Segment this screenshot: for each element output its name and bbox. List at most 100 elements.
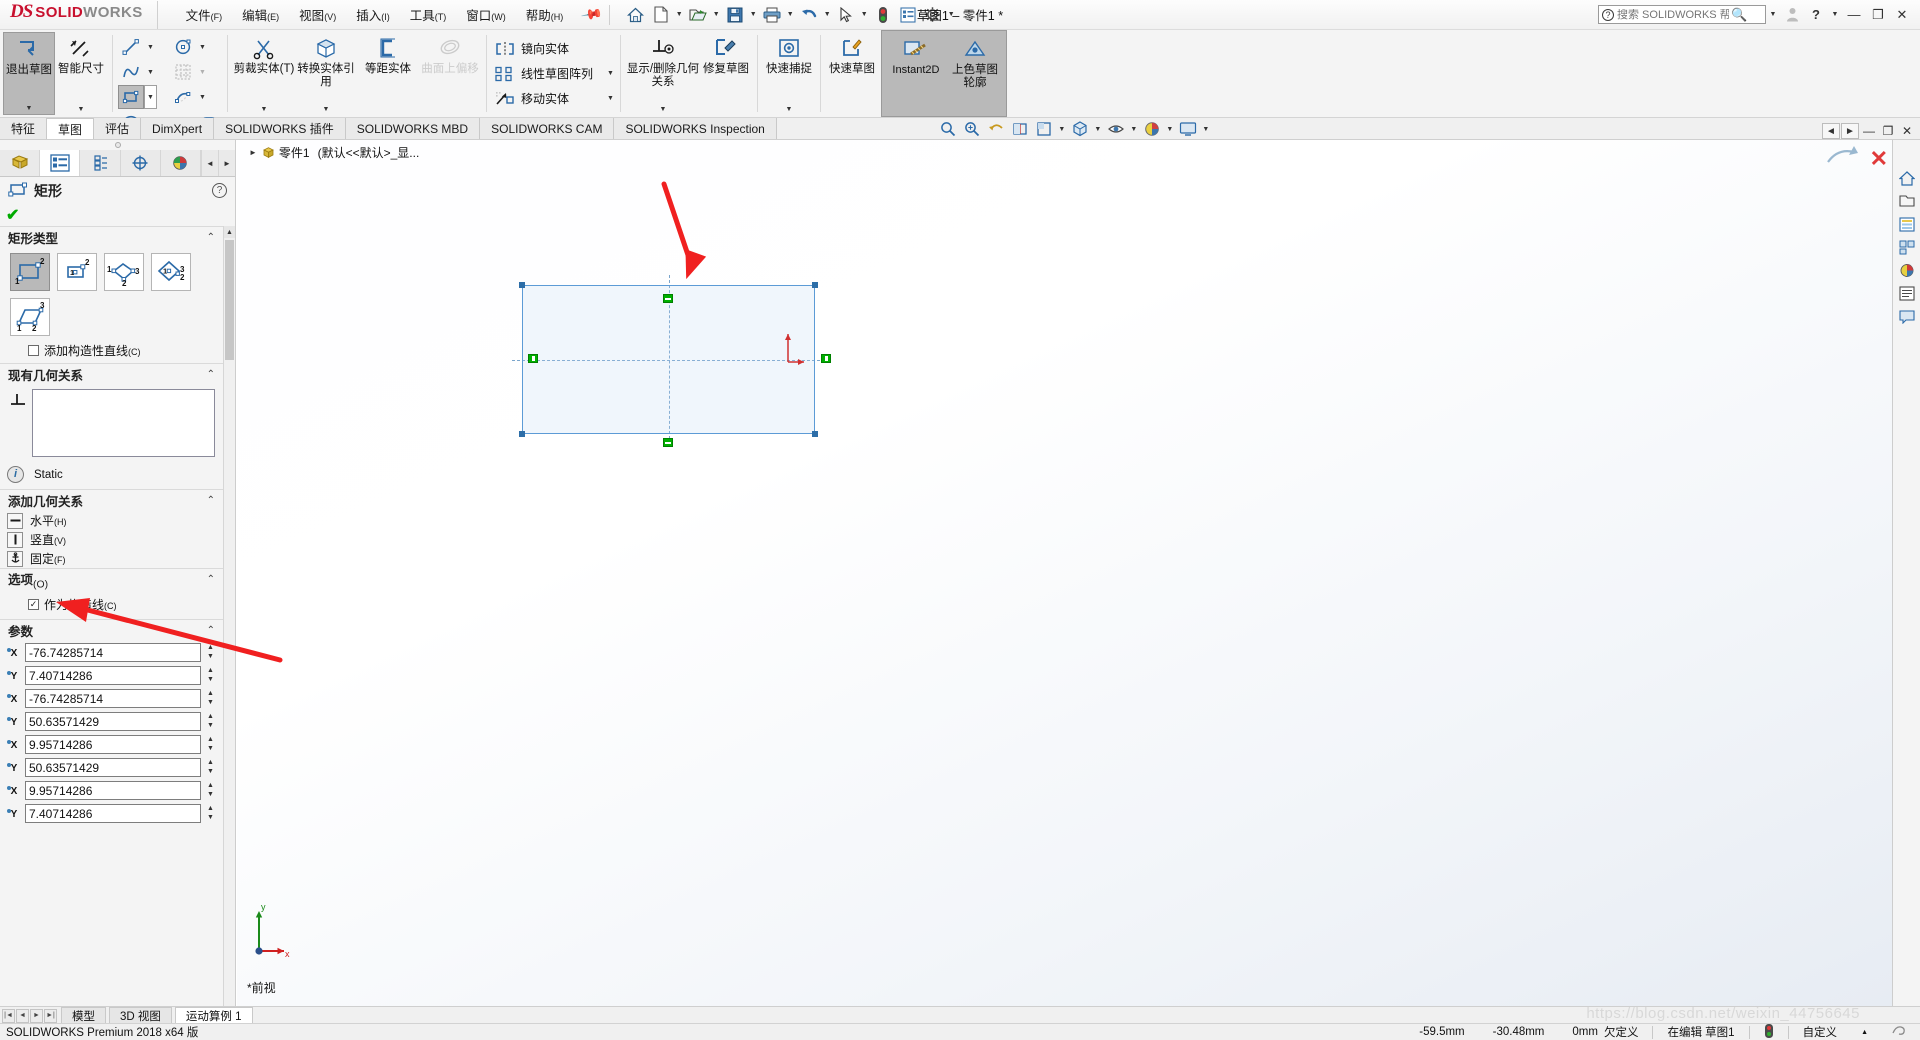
status-units-label[interactable]: 自定义 bbox=[1789, 1024, 1852, 1040]
3-point-corner-rectangle-option[interactable]: 1 32 bbox=[104, 253, 144, 291]
search-dropdown-caret-icon[interactable]: ▼ bbox=[1766, 4, 1780, 26]
vertical-relation-marker-right[interactable] bbox=[821, 354, 831, 363]
previous-view-icon[interactable] bbox=[985, 119, 1007, 139]
close-button[interactable]: ✕ bbox=[1890, 4, 1914, 26]
corner-rectangle-option[interactable]: 12 bbox=[10, 253, 50, 291]
spin-up-icon-7[interactable]: ▲ bbox=[207, 805, 214, 812]
select-cursor-icon[interactable] bbox=[834, 3, 858, 27]
linear-sketch-pattern-caret-icon[interactable]: ▼ bbox=[593, 70, 614, 77]
chevron-up-icon-5[interactable]: ⌃ bbox=[207, 625, 215, 636]
trim-entities-button[interactable]: 剪裁实体(T) ▼ bbox=[233, 32, 295, 115]
param-input-6[interactable] bbox=[25, 781, 201, 800]
account-icon[interactable] bbox=[1780, 4, 1804, 26]
horizontal-relation-button[interactable]: 水平(H) bbox=[0, 511, 223, 530]
search-box[interactable]: ? 🔍 bbox=[1598, 5, 1766, 24]
file-explorer-icon[interactable] bbox=[1896, 214, 1918, 234]
configuration-manager-tab[interactable] bbox=[80, 150, 121, 176]
scrollbar-thumb[interactable] bbox=[225, 240, 234, 360]
tab-sketch[interactable]: 草图 bbox=[47, 118, 95, 139]
section-add-relations[interactable]: 添加几何关系 ⌃ bbox=[0, 489, 223, 511]
doc-restore-button[interactable]: ❐ bbox=[1879, 123, 1897, 139]
settings-gear-icon[interactable] bbox=[921, 3, 945, 27]
flyout-expand-arrow-icon[interactable]: ► bbox=[249, 148, 257, 157]
spin-up-icon-4[interactable]: ▲ bbox=[207, 736, 214, 743]
quick-snaps-button[interactable]: 快速捕捉 ▼ bbox=[763, 32, 815, 115]
fix-relation-button[interactable]: 固定(F) bbox=[0, 549, 223, 568]
param-spinner-4[interactable]: ▲ ▼ bbox=[204, 735, 217, 754]
pin-icon[interactable]: 📌 bbox=[580, 3, 604, 27]
circle-tool-caret-icon[interactable]: ▼ bbox=[196, 35, 209, 59]
hide-show-caret-icon[interactable]: ▼ bbox=[1129, 126, 1139, 133]
zoom-area-icon[interactable] bbox=[961, 119, 983, 139]
manager-tab-prev-icon[interactable]: ◄ bbox=[201, 150, 219, 176]
menu-insert[interactable]: 插入(I) bbox=[346, 1, 400, 28]
existing-relations-list[interactable] bbox=[32, 389, 215, 457]
arc-tool-caret-icon[interactable]: ▼ bbox=[196, 85, 209, 109]
doc-restore-left-icon[interactable]: ◄ bbox=[1822, 123, 1840, 139]
rectangle-tool-caret-icon[interactable]: ▼ bbox=[144, 85, 157, 109]
convert-entities-caret-icon[interactable]: ▼ bbox=[323, 106, 330, 115]
property-panel-scrollbar[interactable]: ▲ ▼ bbox=[223, 226, 235, 1020]
rect-corner-point-bottom-left[interactable] bbox=[519, 431, 525, 437]
custom-properties-icon[interactable] bbox=[1896, 283, 1918, 303]
save-icon[interactable] bbox=[723, 3, 747, 27]
quick-snaps-caret-icon[interactable]: ▼ bbox=[785, 106, 792, 115]
center-rectangle-option[interactable]: 12 bbox=[57, 253, 97, 291]
param-input-5[interactable] bbox=[25, 758, 201, 777]
param-spinner-2[interactable]: ▲ ▼ bbox=[204, 689, 217, 708]
spin-down-icon-1[interactable]: ▼ bbox=[207, 676, 214, 683]
smart-dimension-button[interactable]: 智能尺寸 ▼ bbox=[55, 32, 107, 115]
rect-corner-point-bottom-right[interactable] bbox=[812, 431, 818, 437]
view-orientation-caret-icon[interactable]: ▼ bbox=[1057, 126, 1067, 133]
open-folder-icon[interactable] bbox=[686, 3, 710, 27]
parallelogram-option[interactable]: 1 2 3 bbox=[10, 298, 50, 336]
spin-up-icon-2[interactable]: ▲ bbox=[207, 690, 214, 697]
confirm-corner-ok-icon[interactable] bbox=[1824, 142, 1862, 176]
section-view-icon[interactable] bbox=[1009, 119, 1031, 139]
chevron-up-icon[interactable]: ⌃ bbox=[207, 232, 215, 243]
move-entities-button[interactable]: 移动实体 ▼ bbox=[491, 86, 616, 111]
offset-entities-button[interactable]: 等距实体 bbox=[357, 32, 419, 115]
status-rebuild-icon[interactable] bbox=[1750, 1023, 1788, 1040]
param-spinner-1[interactable]: ▲ ▼ bbox=[204, 666, 217, 685]
feature-tree-flyout[interactable]: ► 零件1 (默认<<默认>_显... bbox=[249, 144, 419, 161]
undo-caret-icon[interactable]: ▼ bbox=[822, 11, 833, 18]
sketch-rectangle[interactable] bbox=[522, 285, 815, 434]
horizontal-relation-marker-top[interactable] bbox=[663, 294, 673, 303]
spin-up-icon-6[interactable]: ▲ bbox=[207, 782, 214, 789]
vertical-relation-button[interactable]: 竖直(V) bbox=[0, 530, 223, 549]
design-library-icon[interactable] bbox=[1896, 191, 1918, 211]
select-caret-icon[interactable]: ▼ bbox=[859, 11, 870, 18]
param-spinner-3[interactable]: ▲ ▼ bbox=[204, 712, 217, 731]
panel-drag-handle[interactable] bbox=[0, 140, 235, 150]
undo-icon[interactable] bbox=[797, 3, 821, 27]
menu-edit[interactable]: 编辑(E) bbox=[232, 1, 289, 28]
chevron-up-icon-2[interactable]: ⌃ bbox=[207, 369, 215, 380]
rect-corner-point-top-left[interactable] bbox=[519, 282, 525, 288]
tab-features[interactable]: 特征 bbox=[0, 118, 48, 139]
bottom-tab-prev-icon[interactable]: ◄ bbox=[16, 1008, 29, 1023]
bottom-tab-next-icon[interactable]: ► bbox=[30, 1008, 43, 1023]
new-document-icon[interactable] bbox=[649, 3, 673, 27]
shaded-sketch-contours-button[interactable]: 上色草图轮廓 bbox=[947, 33, 1003, 114]
hide-show-icon[interactable] bbox=[1105, 119, 1127, 139]
trim-entities-caret-icon[interactable]: ▼ bbox=[261, 106, 268, 115]
repair-sketch-button[interactable]: 修复草图 bbox=[700, 32, 752, 115]
menu-file[interactable]: 文件(F) bbox=[176, 1, 233, 28]
sketch-pattern-tool-icon[interactable] bbox=[170, 60, 196, 84]
display-style-caret-icon[interactable]: ▼ bbox=[1093, 126, 1103, 133]
param-spinner-5[interactable]: ▲ ▼ bbox=[204, 758, 217, 777]
line-tool-caret-icon[interactable]: ▼ bbox=[144, 35, 157, 59]
param-spinner-6[interactable]: ▲ ▼ bbox=[204, 781, 217, 800]
param-input-7[interactable] bbox=[25, 804, 201, 823]
zoom-to-fit-icon[interactable] bbox=[937, 119, 959, 139]
property-manager-tab[interactable] bbox=[40, 150, 81, 176]
view-orientation-icon[interactable] bbox=[1033, 119, 1055, 139]
mirror-entities-button[interactable]: 镜向实体 bbox=[491, 36, 616, 61]
menu-window[interactable]: 窗口(W) bbox=[456, 1, 516, 28]
help-icon[interactable]: ? bbox=[212, 183, 227, 198]
status-units-caret-icon[interactable]: ▲ bbox=[1851, 1029, 1878, 1036]
spin-up-icon-0[interactable]: ▲ bbox=[207, 644, 214, 651]
tab-solidworks-addins[interactable]: SOLIDWORKS 插件 bbox=[214, 118, 346, 139]
tab-evaluate[interactable]: 评估 bbox=[94, 118, 142, 139]
